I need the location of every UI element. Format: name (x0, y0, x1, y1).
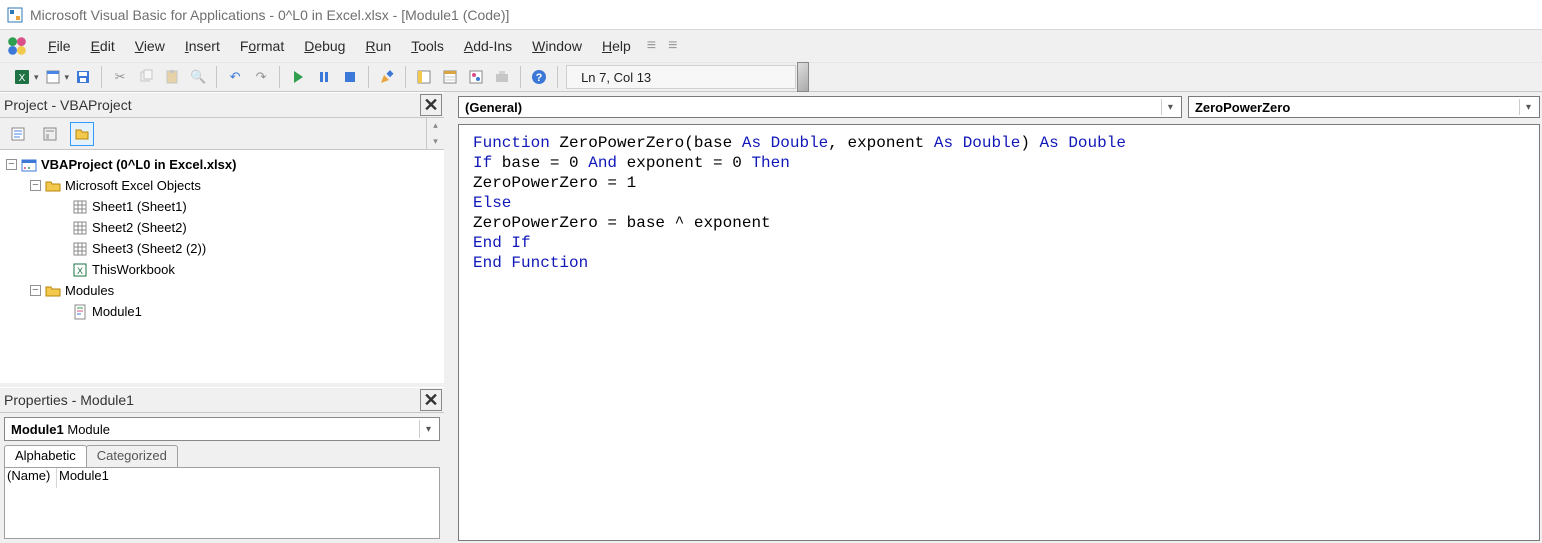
folder-icon (45, 178, 61, 194)
window-title: Microsoft Visual Basic for Applications … (30, 7, 509, 23)
worksheet-icon (72, 241, 88, 257)
folder-icon (45, 283, 61, 299)
paste-icon[interactable] (160, 65, 184, 89)
tree-node-modules[interactable]: Modules (65, 283, 114, 298)
tab-alphabetic[interactable]: Alphabetic (4, 445, 87, 467)
toolbox-icon[interactable] (490, 65, 514, 89)
outdent-icon[interactable]: ≡ (647, 37, 656, 55)
chevron-down-icon[interactable]: ▾ (419, 420, 437, 438)
procedure-dropdown-value: ZeroPowerZero (1195, 100, 1290, 115)
property-row[interactable]: (Name) Module1 (5, 468, 439, 488)
object-dropdown-value: (General) (465, 100, 522, 115)
tree-node-sheet1[interactable]: Sheet1 (Sheet1) (92, 199, 187, 214)
menu-bar: File Edit View Insert Format Debug Run T… (0, 30, 1542, 62)
indent-icon[interactable]: ≡ (668, 37, 677, 55)
property-value[interactable]: Module1 (57, 468, 439, 488)
title-bar: Microsoft Visual Basic for Applications … (0, 0, 1542, 30)
props-object-name: Module1 (11, 422, 64, 437)
project-tree[interactable]: −VBAProject (0^L0 in Excel.xlsx) −Micros… (0, 150, 444, 383)
copy-icon[interactable] (134, 65, 158, 89)
workspace: Project - VBAProject ✕ ▴▾ −VBAProject (0… (0, 92, 1542, 543)
vba-logo-icon (6, 35, 28, 57)
module-icon (72, 304, 88, 320)
object-browser-icon[interactable] (464, 65, 488, 89)
properties-tabs: Alphabetic Categorized (4, 445, 440, 467)
code-nav-bar: (General) ▾ ZeroPowerZero ▾ (458, 96, 1540, 122)
object-dropdown[interactable]: (General) ▾ (458, 96, 1182, 118)
run-icon[interactable] (286, 65, 310, 89)
tree-node-msobjects[interactable]: Microsoft Excel Objects (65, 178, 201, 193)
procedure-dropdown[interactable]: ZeroPowerZero ▾ (1188, 96, 1540, 118)
chevron-down-icon[interactable]: ▾ (1519, 99, 1537, 115)
properties-window: Properties - Module1 ✕ Module1 Module ▾ … (0, 387, 444, 543)
scrollbar-stub[interactable]: ▴▾ (426, 118, 444, 149)
undo-icon[interactable]: ↶ (223, 65, 247, 89)
view-dd[interactable]: ▾ (34, 72, 39, 83)
svg-text:X: X (77, 266, 83, 276)
project-explorer-toolbar: ▴▾ (0, 118, 444, 150)
insert-module-icon[interactable] (41, 65, 65, 89)
props-object-type: Module (67, 422, 110, 437)
menu-view[interactable]: View (125, 34, 175, 58)
project-explorer: Project - VBAProject ✕ ▴▾ −VBAProject (0… (0, 92, 444, 387)
properties-title: Properties - Module1 (4, 392, 134, 408)
find-icon[interactable]: 🔍 (186, 65, 210, 89)
menu-insert[interactable]: Insert (175, 34, 230, 58)
cut-icon[interactable]: ✂ (108, 65, 132, 89)
project-icon (21, 157, 37, 173)
svg-text:?: ? (536, 72, 543, 84)
menu-debug[interactable]: Debug (294, 34, 355, 58)
left-panel: Project - VBAProject ✕ ▴▾ −VBAProject (0… (0, 92, 448, 543)
collapse-icon[interactable]: − (6, 159, 17, 170)
worksheet-icon (72, 220, 88, 236)
menu-addins[interactable]: Add-Ins (454, 34, 522, 58)
menu-help[interactable]: Help (592, 34, 641, 58)
menu-window[interactable]: Window (522, 34, 592, 58)
break-icon[interactable] (312, 65, 336, 89)
collapse-icon[interactable]: − (30, 180, 41, 191)
vba-app-icon (6, 6, 24, 24)
tree-node-sheet3[interactable]: Sheet3 (Sheet2 (2)) (92, 241, 206, 256)
tree-node-sheet2[interactable]: Sheet2 (Sheet2) (92, 220, 187, 235)
code-editor[interactable]: Function ZeroPowerZero(base As Double, e… (458, 124, 1540, 541)
tree-node-project[interactable]: VBAProject (0^L0 in Excel.xlsx) (41, 157, 236, 172)
save-icon[interactable] (71, 65, 95, 89)
tree-node-thisworkbook[interactable]: ThisWorkbook (92, 262, 175, 277)
menu-edit[interactable]: Edit (81, 34, 125, 58)
close-icon[interactable]: ✕ (420, 94, 442, 116)
project-explorer-title: Project - VBAProject (4, 97, 132, 113)
worksheet-icon (72, 199, 88, 215)
project-explorer-header: Project - VBAProject ✕ (0, 92, 444, 118)
view-object-icon[interactable] (38, 122, 62, 146)
tree-node-module1[interactable]: Module1 (92, 304, 142, 319)
property-name: (Name) (5, 468, 57, 488)
properties-window-icon[interactable] (438, 65, 462, 89)
menu-tools[interactable]: Tools (401, 34, 454, 58)
workbook-icon: X (72, 262, 88, 278)
code-window: (General) ▾ ZeroPowerZero ▾ Function ZeroP… (448, 92, 1542, 543)
insert-dd[interactable]: ▾ (65, 72, 70, 83)
properties-header: Properties - Module1 ✕ (0, 387, 444, 413)
view-code-icon[interactable] (6, 122, 30, 146)
chevron-down-icon[interactable]: ▾ (1161, 99, 1179, 115)
design-mode-icon[interactable] (375, 65, 399, 89)
view-excel-icon[interactable]: X (10, 65, 34, 89)
toolbar-grip[interactable] (797, 62, 809, 92)
project-explorer-icon[interactable] (412, 65, 436, 89)
properties-grid[interactable]: (Name) Module1 (4, 467, 440, 539)
redo-icon[interactable]: ↷ (249, 65, 273, 89)
help-icon[interactable]: ? (527, 65, 551, 89)
toggle-folders-icon[interactable] (70, 122, 94, 146)
toolbar: X ▾ ▾ ✂ 🔍 ↶ ↷ ? Ln 7, Col 13 (0, 62, 1542, 92)
menu-format[interactable]: Format (230, 34, 294, 58)
svg-text:X: X (19, 73, 26, 84)
tab-categorized[interactable]: Categorized (86, 445, 178, 467)
menu-file[interactable]: File (38, 34, 81, 58)
close-icon[interactable]: ✕ (420, 389, 442, 411)
reset-icon[interactable] (338, 65, 362, 89)
properties-object-selector[interactable]: Module1 Module ▾ (4, 417, 440, 441)
collapse-icon[interactable]: − (30, 285, 41, 296)
menu-run[interactable]: Run (355, 34, 401, 58)
cursor-position: Ln 7, Col 13 (566, 65, 796, 89)
